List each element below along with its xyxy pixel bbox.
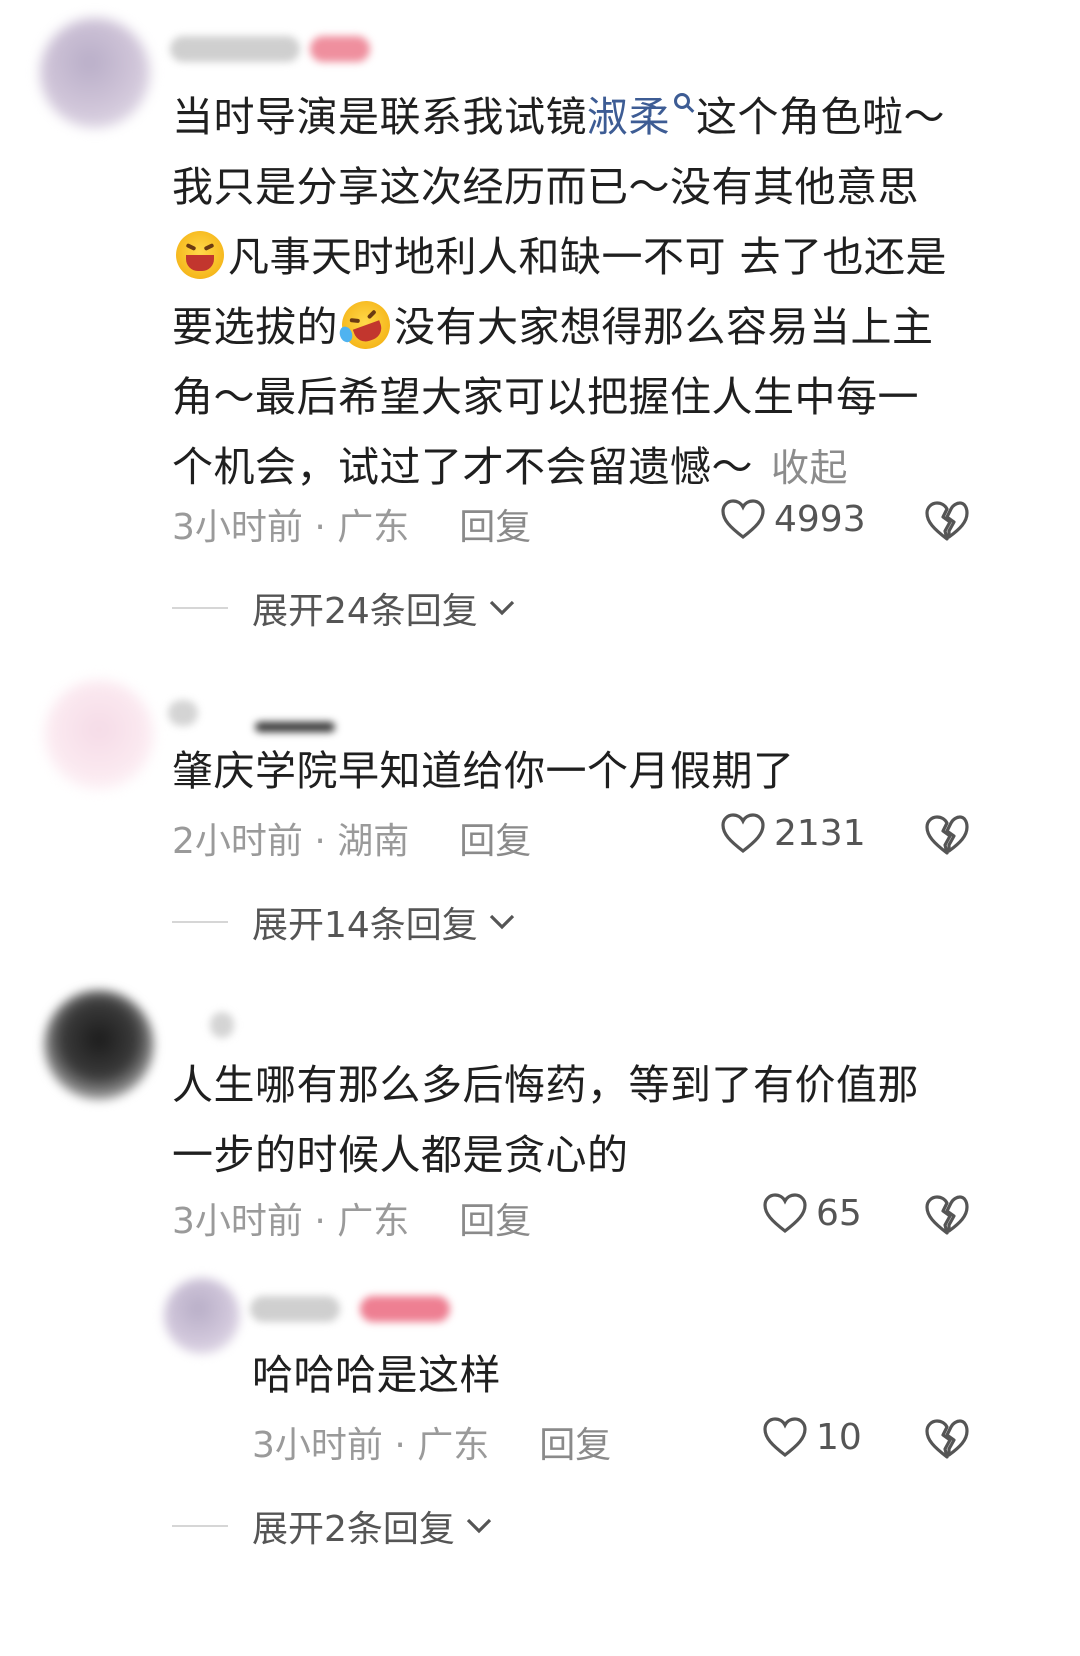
timestamp-location: 2小时前 · 湖南 bbox=[172, 821, 410, 862]
username-blurred[interactable] bbox=[168, 700, 198, 726]
divider bbox=[172, 1525, 228, 1527]
heart-outline-icon bbox=[763, 1417, 807, 1458]
like-button[interactable]: 2131 bbox=[720, 812, 866, 854]
heart-outline-icon bbox=[721, 499, 765, 540]
search-link-tag[interactable]: 淑柔 bbox=[587, 93, 670, 141]
chevron-down-icon bbox=[489, 600, 514, 616]
comment-meta: 3小时前 · 广东 回复 bbox=[172, 498, 531, 550]
like-button[interactable]: 10 bbox=[762, 1416, 862, 1458]
like-button[interactable]: 4993 bbox=[720, 498, 866, 540]
heart-outline-icon bbox=[721, 813, 765, 854]
collapse-button[interactable]: 收起 bbox=[771, 446, 848, 490]
user-badge-blurred bbox=[255, 722, 335, 732]
comment-text: 肇庆学院早知道给你一个月假期了 bbox=[172, 747, 795, 795]
divider bbox=[172, 921, 228, 923]
user-badge-blurred bbox=[360, 1296, 450, 1322]
timestamp-location: 3小时前 · 广东 bbox=[172, 507, 410, 548]
like-count: 4993 bbox=[774, 498, 866, 540]
avatar[interactable] bbox=[164, 1278, 240, 1354]
avatar[interactable] bbox=[44, 680, 154, 790]
username-blurred[interactable] bbox=[170, 36, 300, 62]
reply-button[interactable]: 回复 bbox=[459, 498, 531, 550]
avatar[interactable] bbox=[40, 18, 150, 128]
broken-heart-icon[interactable] bbox=[924, 814, 970, 856]
comment-text: 人生哪有那么多后悔药，等到了有价值那 一步的时候人都是贪心的 bbox=[172, 1061, 919, 1179]
reply-button[interactable]: 回复 bbox=[539, 1416, 611, 1468]
expand-replies-button[interactable]: 展开14条回复 bbox=[172, 896, 516, 948]
heart-outline-icon bbox=[763, 1193, 807, 1234]
expand-replies-label: 展开24条回复 bbox=[252, 591, 478, 632]
comment-meta: 2小时前 · 湖南 回复 bbox=[172, 812, 531, 864]
broken-heart-icon[interactable] bbox=[924, 1418, 970, 1460]
username-blurred[interactable] bbox=[250, 1296, 340, 1322]
comment-text: 哈哈哈是这样 bbox=[252, 1351, 501, 1399]
comment-meta: 3小时前 · 广东 回复 bbox=[172, 1192, 531, 1244]
avatar[interactable] bbox=[44, 990, 154, 1100]
expand-replies-button[interactable]: 展开2条回复 bbox=[172, 1500, 493, 1552]
like-button[interactable]: 65 bbox=[762, 1192, 862, 1234]
reply-button[interactable]: 回复 bbox=[459, 1192, 531, 1244]
timestamp-location: 3小时前 · 广东 bbox=[252, 1425, 490, 1466]
reply-button[interactable]: 回复 bbox=[459, 812, 531, 864]
expand-replies-label: 展开2条回复 bbox=[252, 1509, 455, 1550]
like-count: 65 bbox=[816, 1192, 862, 1234]
laughing-emoji-icon bbox=[176, 231, 224, 279]
rolling-laughing-emoji-icon bbox=[335, 294, 397, 356]
broken-heart-icon[interactable] bbox=[924, 500, 970, 542]
like-count: 2131 bbox=[774, 812, 866, 854]
broken-heart-icon[interactable] bbox=[924, 1194, 970, 1236]
username-blurred[interactable] bbox=[210, 1012, 234, 1038]
user-badge-blurred bbox=[310, 36, 370, 62]
timestamp-location: 3小时前 · 广东 bbox=[172, 1201, 410, 1242]
chevron-down-icon bbox=[466, 1518, 492, 1534]
divider bbox=[172, 607, 228, 609]
chevron-down-icon bbox=[489, 914, 514, 930]
expand-replies-label: 展开14条回复 bbox=[252, 905, 478, 946]
comment-text: 当时导演是联系我试镜淑柔 这个角色啦～ 我只是分享这次经历而已～没有其他意思 凡事… bbox=[172, 93, 948, 491]
comment-meta: 3小时前 · 广东 回复 bbox=[252, 1416, 611, 1468]
expand-replies-button[interactable]: 展开24条回复 bbox=[172, 582, 516, 634]
search-icon bbox=[674, 93, 690, 109]
like-count: 10 bbox=[816, 1416, 862, 1458]
